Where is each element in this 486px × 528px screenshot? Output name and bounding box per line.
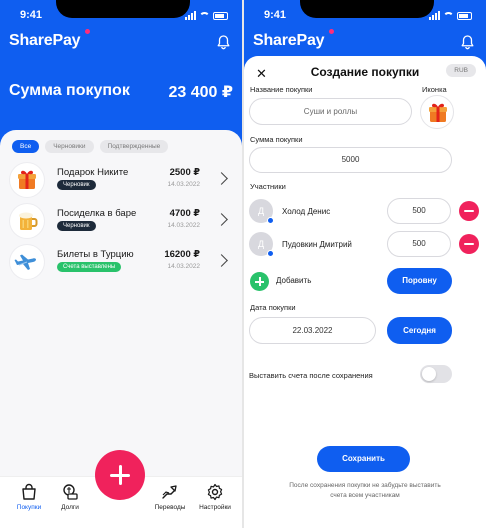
status-badge: Счета выставлены <box>57 262 122 272</box>
gift-icon <box>429 103 447 122</box>
add-participant-label[interactable]: Добавить <box>276 276 311 285</box>
purchase-row[interactable]: Посиделка в баре Черновик 4700 ₽ 14.03.2… <box>10 204 232 240</box>
add-participant-button[interactable] <box>250 272 269 291</box>
filter-chips: Все Черновики Подтвержденные <box>12 140 169 153</box>
date-label: Дата покупки <box>250 303 296 312</box>
purchase-amount: 4700 ₽ <box>169 208 200 219</box>
participant-amount-input[interactable]: 500 <box>387 198 451 224</box>
purchase-date: 14.03.2022 <box>167 263 200 270</box>
tab-settings[interactable]: Настройки <box>193 483 237 511</box>
name-label: Название покупки <box>250 85 313 94</box>
purchase-title: Билеты в Турцию <box>57 249 134 260</box>
tab-transfers[interactable]: Переводы <box>148 483 192 511</box>
today-button[interactable]: Сегодня <box>387 317 452 344</box>
app-logo: SharePay <box>9 32 81 49</box>
purchase-amount: 16200 ₽ <box>164 249 200 260</box>
amount-label: Сумма покупки <box>250 135 303 144</box>
remove-participant-button[interactable] <box>459 201 479 221</box>
gift-icon <box>10 163 44 197</box>
airplane-icon <box>10 245 44 279</box>
status-badge: Черновик <box>57 180 96 190</box>
signal-icon <box>185 11 196 20</box>
signal-icon <box>429 11 440 20</box>
purchase-title: Посиделка в баре <box>57 208 137 219</box>
chevron-right-icon <box>215 254 228 267</box>
create-purchase-sheet: ✕ Создание покупки RUB Название покупки … <box>244 56 486 528</box>
date-input[interactable]: 22.03.2022 <box>249 317 376 344</box>
debts-icon <box>63 484 78 500</box>
currency-selector[interactable]: RUB <box>446 64 476 77</box>
save-hint: После сохранения покупки не забудьте выс… <box>289 482 441 499</box>
logo-dot <box>85 29 90 34</box>
participant-amount-input[interactable]: 500 <box>387 231 451 257</box>
bell-icon[interactable] <box>461 34 474 50</box>
invoice-toggle[interactable] <box>420 365 452 383</box>
add-purchase-button[interactable] <box>95 450 145 500</box>
avatar: Д <box>249 232 274 257</box>
notch <box>56 0 190 18</box>
system-icons <box>185 11 228 20</box>
status-time: 9:41 <box>20 9 43 21</box>
participant-name: Холод Денис <box>282 207 331 216</box>
status-bar: 9:41 <box>244 0 486 26</box>
tab-label: Переводы <box>154 504 186 511</box>
chevron-right-icon <box>215 213 228 226</box>
battery-icon <box>213 12 228 20</box>
tab-label: Долги <box>61 504 79 511</box>
total-value: 23 400 ₽ <box>168 84 233 101</box>
tab-label: Настройки <box>199 504 231 511</box>
purchase-title: Подарок Никите <box>57 167 129 178</box>
tab-label: Покупки <box>16 504 42 511</box>
wifi-icon <box>199 12 210 20</box>
save-button[interactable]: Сохранить <box>317 446 410 472</box>
transfers-icon <box>162 485 177 499</box>
filter-chip-confirmed[interactable]: Подтвержденные <box>99 140 169 153</box>
purchase-date: 14.03.2022 <box>167 181 200 188</box>
invoice-toggle-label: Выставить счета после сохранения <box>249 371 373 380</box>
purchase-amount: 2500 ₽ <box>169 167 200 178</box>
purchase-name-input[interactable]: Суши и роллы <box>249 98 412 125</box>
notch <box>300 0 434 18</box>
status-bar: 9:41 <box>0 0 242 26</box>
gear-icon <box>207 483 223 501</box>
icon-label: Иконка <box>422 85 447 94</box>
app-logo: SharePay <box>253 32 325 49</box>
purchases-screen: 9:41 SharePay Сумма покупок 23 400 ₽ Все… <box>0 0 242 528</box>
bell-icon[interactable] <box>217 34 230 50</box>
purchase-date: 14.03.2022 <box>167 222 200 229</box>
status-badge: Черновик <box>57 221 96 231</box>
create-purchase-screen: 9:41 SharePay ✕ Создание покупки RUB Наз… <box>244 0 486 528</box>
remove-participant-button[interactable] <box>459 234 479 254</box>
wifi-icon <box>443 12 454 20</box>
filter-chip-all[interactable]: Все <box>12 140 40 153</box>
header: 9:41 SharePay Сумма покупок 23 400 ₽ <box>0 0 242 150</box>
icon-picker[interactable] <box>420 95 454 129</box>
participants-label: Участники <box>250 182 286 191</box>
logo-dot <box>329 29 334 34</box>
beer-icon <box>10 204 44 238</box>
purchase-row[interactable]: Билеты в Турцию Счета выставлены 16200 ₽… <box>10 245 232 281</box>
chevron-right-icon <box>215 172 228 185</box>
system-icons <box>429 11 472 20</box>
battery-icon <box>457 12 472 20</box>
filter-chip-drafts[interactable]: Черновики <box>45 140 94 153</box>
purchase-row[interactable]: Подарок Никите Черновик 2500 ₽ 14.03.202… <box>10 163 232 199</box>
split-equally-button[interactable]: Поровну <box>387 268 452 294</box>
tab-purchases[interactable]: Покупки <box>7 483 51 511</box>
status-time: 9:41 <box>264 9 287 21</box>
amount-input[interactable]: 5000 <box>249 147 452 173</box>
shopping-bag-icon <box>22 483 36 500</box>
total-label: Сумма покупок <box>9 82 130 99</box>
tab-debts[interactable]: Долги <box>48 483 92 511</box>
participant-name: Пудовкин Дмитрий <box>282 240 352 249</box>
avatar: Д <box>249 199 274 224</box>
